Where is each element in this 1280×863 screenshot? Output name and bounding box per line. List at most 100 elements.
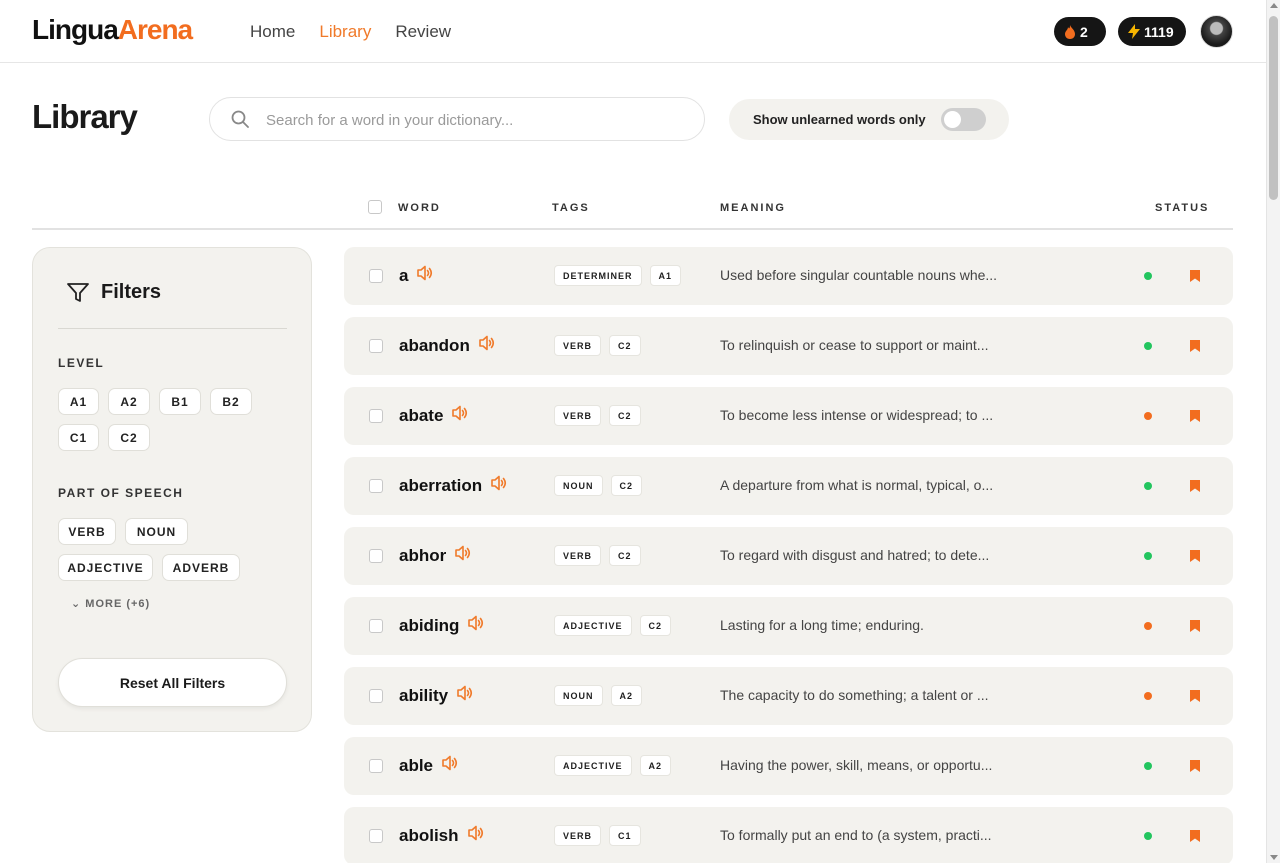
tag-badge: C1 bbox=[609, 825, 641, 846]
chevron-down-icon: ⌄ bbox=[71, 598, 82, 610]
tags-cell: NOUN A2 bbox=[554, 685, 643, 706]
more-pos-toggle[interactable]: ⌄ MORE (+6) bbox=[71, 597, 150, 610]
table-row[interactable]: abate VERB C2 To become less intense or wid… bbox=[344, 387, 1233, 445]
word-cell: aberration bbox=[399, 475, 508, 496]
tag-badge: VERB bbox=[554, 545, 602, 566]
tag-badge: A2 bbox=[610, 685, 643, 706]
search-icon bbox=[231, 110, 249, 128]
row-checkbox[interactable] bbox=[369, 829, 383, 843]
streak-count: 2 bbox=[1080, 23, 1088, 40]
tag-badge: ADJECTIVE bbox=[554, 615, 632, 636]
tags-cell: VERB C2 bbox=[554, 545, 641, 566]
word-text[interactable]: abandon bbox=[399, 336, 470, 356]
bookmark-icon[interactable] bbox=[1189, 549, 1201, 568]
level-chip-a2[interactable]: A2 bbox=[108, 388, 150, 415]
filters-heading: Filters bbox=[67, 281, 161, 304]
speaker-icon[interactable] bbox=[478, 335, 496, 356]
word-text[interactable]: abolish bbox=[399, 826, 459, 846]
table-row[interactable]: abiding ADJECTIVE C2 Lasting for a long tim… bbox=[344, 597, 1233, 655]
speaker-icon[interactable] bbox=[467, 825, 485, 846]
unlearned-toggle-switch[interactable] bbox=[941, 108, 986, 131]
streak-badge[interactable]: 2 bbox=[1054, 17, 1106, 46]
table-row[interactable]: ability NOUN A2 The capacity to do somethin… bbox=[344, 667, 1233, 725]
row-checkbox[interactable] bbox=[369, 619, 383, 633]
reset-filters-button[interactable]: Reset All Filters bbox=[58, 658, 287, 707]
speaker-icon[interactable] bbox=[456, 685, 474, 706]
logo-text-lingua: Lingua bbox=[32, 14, 119, 45]
bookmark-icon[interactable] bbox=[1189, 759, 1201, 778]
tags-cell: VERB C2 bbox=[554, 405, 641, 426]
speaker-icon[interactable] bbox=[441, 755, 459, 776]
scroll-thumb[interactable] bbox=[1269, 16, 1278, 200]
word-text[interactable]: able bbox=[399, 756, 433, 776]
level-chip-b1[interactable]: B1 bbox=[159, 388, 201, 415]
tag-badge: VERB bbox=[554, 405, 602, 426]
pos-chip-adverb[interactable]: ADVERB bbox=[162, 554, 240, 581]
select-all-checkbox[interactable] bbox=[368, 200, 382, 214]
scroll-down-arrow[interactable] bbox=[1270, 855, 1278, 860]
word-text[interactable]: abhor bbox=[399, 546, 446, 566]
tag-badge: C2 bbox=[609, 405, 641, 426]
word-text[interactable]: ability bbox=[399, 686, 448, 706]
column-header-word[interactable]: WORD bbox=[398, 202, 441, 214]
level-chips: A1 A2 B1 B2 C1 C2 bbox=[58, 388, 268, 451]
bookmark-icon[interactable] bbox=[1189, 619, 1201, 638]
level-chip-a1[interactable]: A1 bbox=[58, 388, 99, 415]
speaker-icon[interactable] bbox=[467, 615, 485, 636]
status-dot bbox=[1144, 412, 1152, 420]
pos-chip-noun[interactable]: NOUN bbox=[125, 518, 188, 545]
speaker-icon[interactable] bbox=[451, 405, 469, 426]
filters-panel: Filters LEVEL A1 A2 B1 B2 C1 C2 PART OF … bbox=[32, 247, 312, 732]
level-chip-b2[interactable]: B2 bbox=[210, 388, 252, 415]
level-chip-c1[interactable]: C1 bbox=[58, 424, 99, 451]
word-cell: ability bbox=[399, 685, 474, 706]
pos-chip-adjective[interactable]: ADJECTIVE bbox=[58, 554, 153, 581]
word-text[interactable]: a bbox=[399, 266, 408, 286]
nav-home[interactable]: Home bbox=[250, 22, 295, 42]
xp-badge[interactable]: 1119 bbox=[1118, 17, 1186, 46]
tag-badge: C2 bbox=[609, 335, 641, 356]
search-box[interactable] bbox=[209, 97, 705, 141]
bookmark-icon[interactable] bbox=[1189, 829, 1201, 848]
table-row[interactable]: abhor VERB C2 To regard with disgust and ha… bbox=[344, 527, 1233, 585]
unlearned-toggle-container[interactable]: Show unlearned words only bbox=[729, 99, 1009, 140]
table-row[interactable]: able ADJECTIVE A2 Having the power, skill, … bbox=[344, 737, 1233, 795]
bookmark-icon[interactable] bbox=[1189, 339, 1201, 358]
nav-review[interactable]: Review bbox=[395, 22, 451, 42]
flame-icon bbox=[1065, 24, 1075, 39]
speaker-icon[interactable] bbox=[454, 545, 472, 566]
row-checkbox[interactable] bbox=[369, 479, 383, 493]
user-avatar[interactable] bbox=[1200, 15, 1233, 48]
bookmark-icon[interactable] bbox=[1189, 409, 1201, 428]
table-row[interactable]: abandon VERB C2 To relinquish or cease to s… bbox=[344, 317, 1233, 375]
speaker-icon[interactable] bbox=[416, 265, 434, 286]
word-text[interactable]: abate bbox=[399, 406, 443, 426]
table-row[interactable]: a DETERMINER A1 Used before singular counta… bbox=[344, 247, 1233, 305]
speaker-icon[interactable] bbox=[490, 475, 508, 496]
row-checkbox[interactable] bbox=[369, 689, 383, 703]
row-checkbox[interactable] bbox=[369, 269, 383, 283]
app-logo[interactable]: LinguaArena bbox=[32, 14, 193, 46]
tag-badge: A1 bbox=[649, 265, 682, 286]
meaning-text: Lasting for a long time; enduring. bbox=[720, 617, 924, 633]
search-input[interactable] bbox=[266, 108, 686, 132]
row-checkbox[interactable] bbox=[369, 339, 383, 353]
tag-badge: VERB bbox=[554, 825, 602, 846]
bookmark-icon[interactable] bbox=[1189, 269, 1201, 288]
word-text[interactable]: abiding bbox=[399, 616, 459, 636]
nav-library[interactable]: Library bbox=[319, 22, 371, 42]
row-checkbox[interactable] bbox=[369, 549, 383, 563]
tags-cell: NOUN C2 bbox=[554, 475, 643, 496]
row-checkbox[interactable] bbox=[369, 409, 383, 423]
row-checkbox[interactable] bbox=[369, 759, 383, 773]
bookmark-icon[interactable] bbox=[1189, 479, 1201, 498]
bookmark-icon[interactable] bbox=[1189, 689, 1201, 708]
level-chip-c2[interactable]: C2 bbox=[108, 424, 150, 451]
table-row[interactable]: abolish VERB C1 To formally put an end to (… bbox=[344, 807, 1233, 863]
pos-chip-verb[interactable]: VERB bbox=[58, 518, 116, 545]
page-scrollbar[interactable] bbox=[1266, 0, 1280, 863]
table-row[interactable]: aberration NOUN C2 A departure from what is… bbox=[344, 457, 1233, 515]
word-text[interactable]: aberration bbox=[399, 476, 482, 496]
meaning-text: To relinquish or cease to support or mai… bbox=[720, 337, 989, 353]
scroll-up-arrow[interactable] bbox=[1270, 3, 1278, 8]
